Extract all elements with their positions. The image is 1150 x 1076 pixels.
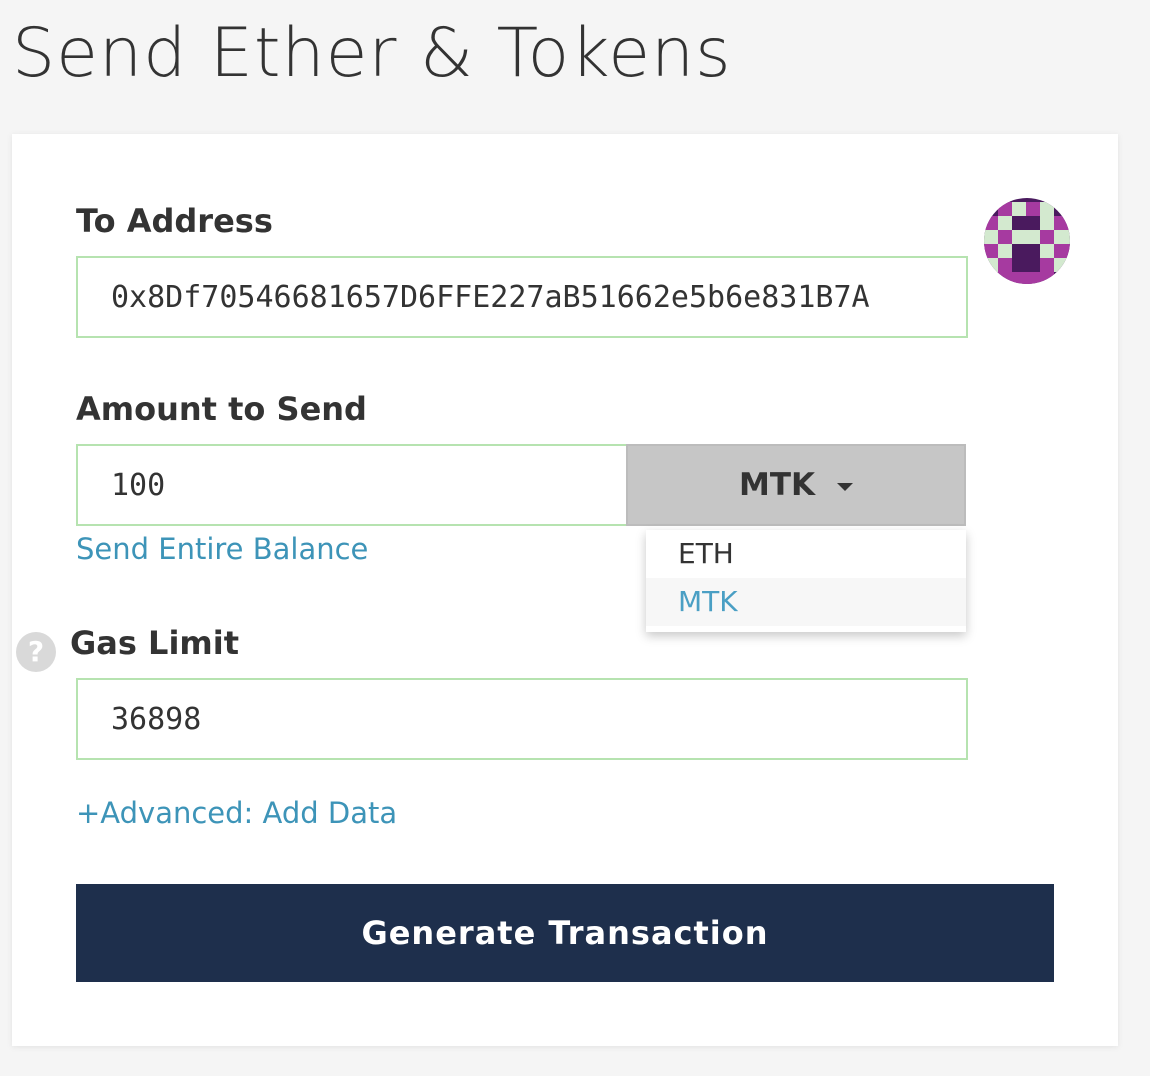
to-address-label: To Address — [76, 202, 273, 240]
amount-label: Amount to Send — [76, 390, 367, 428]
to-address-input[interactable] — [76, 256, 968, 338]
send-entire-balance-link[interactable]: Send Entire Balance — [76, 532, 368, 566]
question-circle-icon[interactable]: ? — [16, 632, 56, 672]
identicon-graphic — [984, 198, 1070, 284]
caret-down-icon — [837, 483, 854, 491]
advanced-add-data-link[interactable]: +Advanced: Add Data — [76, 796, 397, 830]
token-option-mtk[interactable]: MTK — [646, 578, 966, 626]
generate-transaction-button[interactable]: Generate Transaction — [76, 884, 1054, 982]
gas-limit-label: Gas Limit — [70, 624, 240, 662]
gas-limit-input[interactable] — [76, 678, 968, 760]
token-dropdown-button[interactable]: MTK — [626, 444, 966, 526]
address-identicon-icon — [984, 198, 1070, 284]
token-dropdown-selected: MTK — [738, 467, 816, 503]
page-title: Send Ether & Tokens — [12, 14, 732, 93]
token-dropdown-menu: ETH MTK — [646, 530, 966, 632]
amount-input[interactable] — [76, 444, 628, 526]
token-option-eth[interactable]: ETH — [646, 530, 966, 578]
send-form-card: To Address 0x8Df70546681657D6FFE227aB516… — [12, 134, 1118, 1046]
